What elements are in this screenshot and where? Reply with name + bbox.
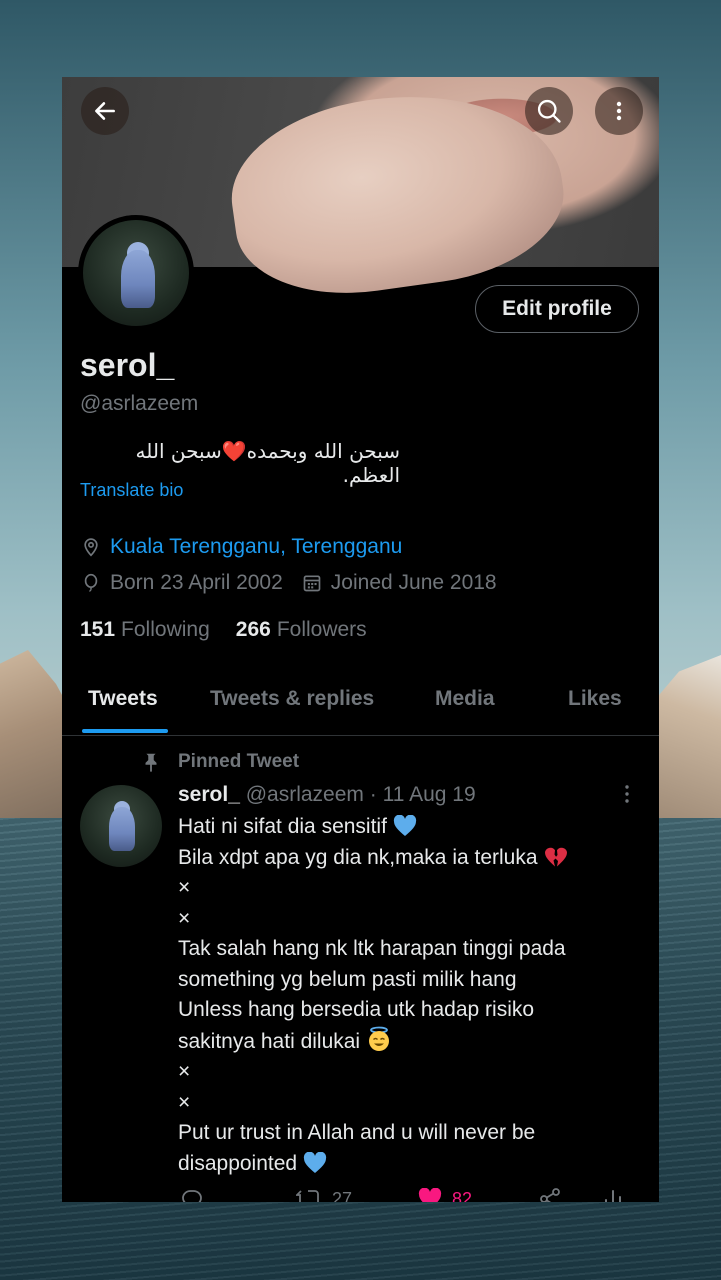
- location-pin-icon: [80, 536, 102, 558]
- pinned-tweet-label: Pinned Tweet: [140, 751, 299, 773]
- heart-filled-icon: [418, 1188, 442, 1202]
- following-label: Following: [121, 618, 210, 641]
- profile-handle: @asrlazeem: [80, 392, 199, 415]
- blue-heart-icon: [393, 815, 417, 836]
- tweet-line: sakitnya hati dilukai: [178, 1026, 618, 1058]
- background-mountain-right: [651, 655, 721, 820]
- profile-screen: Edit profile serol_ @asrlazeem سبحن الله…: [62, 77, 659, 1202]
- calendar-icon: [301, 572, 323, 594]
- broken-heart-icon: [544, 847, 567, 866]
- like-button[interactable]: 82: [418, 1188, 472, 1202]
- tweet-author-name[interactable]: serol_: [178, 783, 240, 806]
- tweet-separator: ·: [369, 783, 377, 806]
- tab-media[interactable]: Media: [435, 687, 495, 711]
- search-icon: [537, 99, 561, 123]
- profile-tabs: Tweets Tweets & replies Media Likes: [62, 673, 659, 736]
- tweet-line: ×: [178, 1060, 191, 1083]
- search-button[interactable]: [525, 87, 573, 135]
- tweet-line-text: Bila xdpt apa yg dia nk,maka ia terluka: [178, 845, 538, 869]
- following-link[interactable]: 151 Following: [80, 618, 210, 642]
- pin-icon: [140, 751, 162, 773]
- more-options-button[interactable]: [595, 87, 643, 135]
- analytics-button[interactable]: [602, 1188, 624, 1202]
- tweet-author-avatar[interactable]: [80, 785, 162, 867]
- followers-label: Followers: [276, 618, 367, 641]
- location-link[interactable]: Kuala Terengganu, Terengganu: [110, 535, 402, 559]
- active-tab-indicator: [82, 729, 168, 733]
- followers-link[interactable]: 266 Followers: [236, 618, 367, 642]
- profile-avatar[interactable]: [78, 215, 194, 331]
- share-icon: [540, 1188, 560, 1202]
- like-count: 82: [452, 1188, 473, 1203]
- tweet-line: disappointed: [178, 1149, 618, 1180]
- tab-likes[interactable]: Likes: [568, 687, 622, 711]
- tweet-line: Unless hang bersedia utk hadap risiko: [178, 998, 535, 1021]
- retweet-icon: [296, 1190, 319, 1202]
- tweet-date[interactable]: 11 Aug 19: [383, 783, 476, 806]
- avatar-image: [83, 220, 189, 326]
- reply-button[interactable]: [180, 1188, 204, 1202]
- back-button[interactable]: [81, 87, 129, 135]
- edit-profile-button[interactable]: Edit profile: [475, 285, 639, 333]
- tweet-author-handle: @asrlazeem: [245, 783, 364, 806]
- retweet-button[interactable]: 27: [296, 1188, 352, 1202]
- tweet-line-text: sakitnya hati dilukai: [178, 1029, 361, 1053]
- profile-location: Kuala Terengganu, Terengganu: [80, 535, 402, 559]
- tweet-actions: 27 82: [178, 1188, 628, 1202]
- tweet-line: ×: [178, 876, 191, 899]
- tweet-more-button[interactable]: [617, 783, 637, 805]
- avatar-figure: [121, 250, 155, 308]
- more-vertical-icon: [616, 101, 622, 121]
- pinned-label-text: Pinned Tweet: [178, 751, 300, 772]
- blue-heart-icon: [304, 1151, 327, 1173]
- tab-tweets-replies[interactable]: Tweets & replies: [210, 687, 374, 711]
- tweet-line: Hati ni sifat dia sensitif: [178, 812, 618, 843]
- tweet-line: ×: [178, 1090, 191, 1114]
- more-vertical-icon: [625, 785, 629, 803]
- balloon-icon: [80, 572, 102, 594]
- analytics-icon: [605, 1190, 621, 1202]
- tweet-line: Put ur trust in Allah and u will never b…: [178, 1121, 536, 1144]
- tweet-header: serol_ @asrlazeem · 11 Aug 19: [178, 783, 476, 807]
- arrow-left-icon: [95, 102, 115, 120]
- reply-icon: [182, 1190, 202, 1202]
- profile-dates: Born 23 April 2002 Joined June 2018: [80, 571, 497, 595]
- following-count: 151: [80, 618, 116, 641]
- share-button[interactable]: [538, 1188, 562, 1202]
- follow-stats: 151 Following 266 Followers: [80, 618, 367, 642]
- born-date: Born 23 April 2002: [110, 571, 283, 594]
- avatar-figure: [109, 807, 135, 851]
- profile-name: serol_: [80, 347, 175, 383]
- followers-count: 266: [235, 618, 271, 641]
- banner-photo: [220, 77, 574, 310]
- tab-tweets[interactable]: Tweets: [88, 687, 158, 711]
- tweet-line-text: Hati ni sifat dia sensitif: [178, 815, 387, 838]
- tweet-line: Tak salah hang nk ltk harapan tinggi pad…: [178, 937, 566, 960]
- joined-date: Joined June 2018: [330, 571, 497, 594]
- background-mountain-left: [0, 650, 70, 820]
- translate-bio-link[interactable]: Translate bio: [80, 480, 183, 501]
- tweet-line: ×: [178, 906, 191, 930]
- tweet-line: something yg belum pasti milik hang: [178, 967, 517, 991]
- tweet-line-text: disappointed: [178, 1151, 298, 1175]
- retweet-count: 27: [332, 1188, 353, 1203]
- tweet-text: Hati ni sifat dia sensitif Bila xdpt apa…: [178, 812, 618, 1179]
- tweet-line: Bila xdpt apa yg dia nk,maka ia terluka: [178, 843, 618, 874]
- smiling-halo-icon: [369, 1026, 390, 1051]
